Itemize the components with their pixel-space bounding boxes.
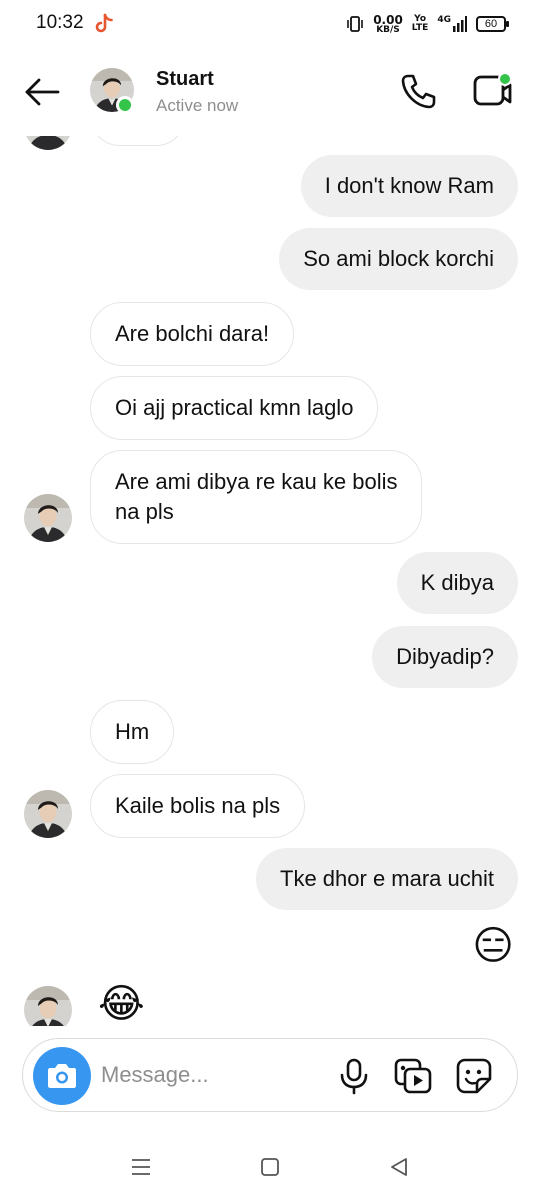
signal-icon: 4G xyxy=(437,16,467,32)
message-bubble-incoming[interactable]: Kaile bolis na pls xyxy=(90,774,306,838)
nav-menu-icon[interactable] xyxy=(130,1156,152,1178)
battery-icon: 60 xyxy=(476,16,509,32)
message-bubble-outgoing[interactable]: So ami block korchi xyxy=(279,228,518,290)
volte-indicator: Yo LTE xyxy=(411,14,429,33)
emoji-message-incoming[interactable]: 😂 xyxy=(98,980,145,1026)
avatar xyxy=(24,136,72,150)
status-time: 10:32 xyxy=(36,12,84,33)
nav-back-icon[interactable] xyxy=(388,1156,410,1178)
message-bubble-incoming[interactable]: Oi ajj practical kmn laglo xyxy=(90,376,379,440)
status-right: 0.00 KB/S Yo LTE 4G 60 xyxy=(346,12,509,36)
sticker-icon[interactable] xyxy=(455,1057,493,1095)
message-bubble-incoming[interactable]: Hm xyxy=(90,700,175,764)
gallery-icon[interactable] xyxy=(393,1057,433,1095)
vibrate-icon xyxy=(347,16,363,32)
camera-button[interactable] xyxy=(33,1047,91,1105)
message-bubble-incoming[interactable]: Are bolchi dara! xyxy=(90,302,295,366)
avatar[interactable] xyxy=(24,790,72,838)
message-bubble-outgoing[interactable]: I don't know Ram xyxy=(300,155,518,217)
tiktok-icon xyxy=(95,13,113,33)
system-nav-bar xyxy=(0,1140,540,1200)
message-bubble-incoming[interactable]: Are ami dibya re kau ke bolis na pls xyxy=(90,450,423,544)
emoji-message-outgoing[interactable]: 😑 xyxy=(472,922,514,970)
message-thread[interactable]: I don't know Ram So ami block korchi Are… xyxy=(0,136,540,1026)
avatar[interactable] xyxy=(24,494,72,542)
back-arrow-icon[interactable] xyxy=(22,72,62,112)
online-indicator xyxy=(116,96,134,114)
status-bar: 10:32 0.00 KB/S Yo LTE 4G 60 xyxy=(0,0,540,48)
camera-icon xyxy=(48,1064,76,1088)
contact-name[interactable]: Stuart xyxy=(156,68,214,91)
message-input[interactable] xyxy=(101,1057,331,1093)
chat-header: Stuart Active now xyxy=(0,48,540,136)
message-line: Are ami dibya re kau ke bolis xyxy=(115,469,398,494)
message-bubble-outgoing[interactable]: Tke dhor e mara uchit xyxy=(256,848,518,910)
message-line: na pls xyxy=(115,499,174,524)
message-bubble-outgoing[interactable]: Dibyadip? xyxy=(372,626,518,688)
nav-home-icon[interactable] xyxy=(260,1157,280,1177)
video-icon[interactable] xyxy=(470,68,516,114)
avatar[interactable] xyxy=(24,986,72,1026)
message-bubble-outgoing[interactable]: K dibya xyxy=(396,552,518,614)
signal-bars-icon xyxy=(453,16,467,32)
message-composer xyxy=(22,1038,518,1112)
phone-icon[interactable] xyxy=(398,70,440,112)
message-bubble-partial xyxy=(90,136,186,146)
active-status: Active now xyxy=(156,96,239,115)
net-speed: 0.00 KB/S xyxy=(373,12,403,35)
mic-icon[interactable] xyxy=(337,1057,371,1095)
